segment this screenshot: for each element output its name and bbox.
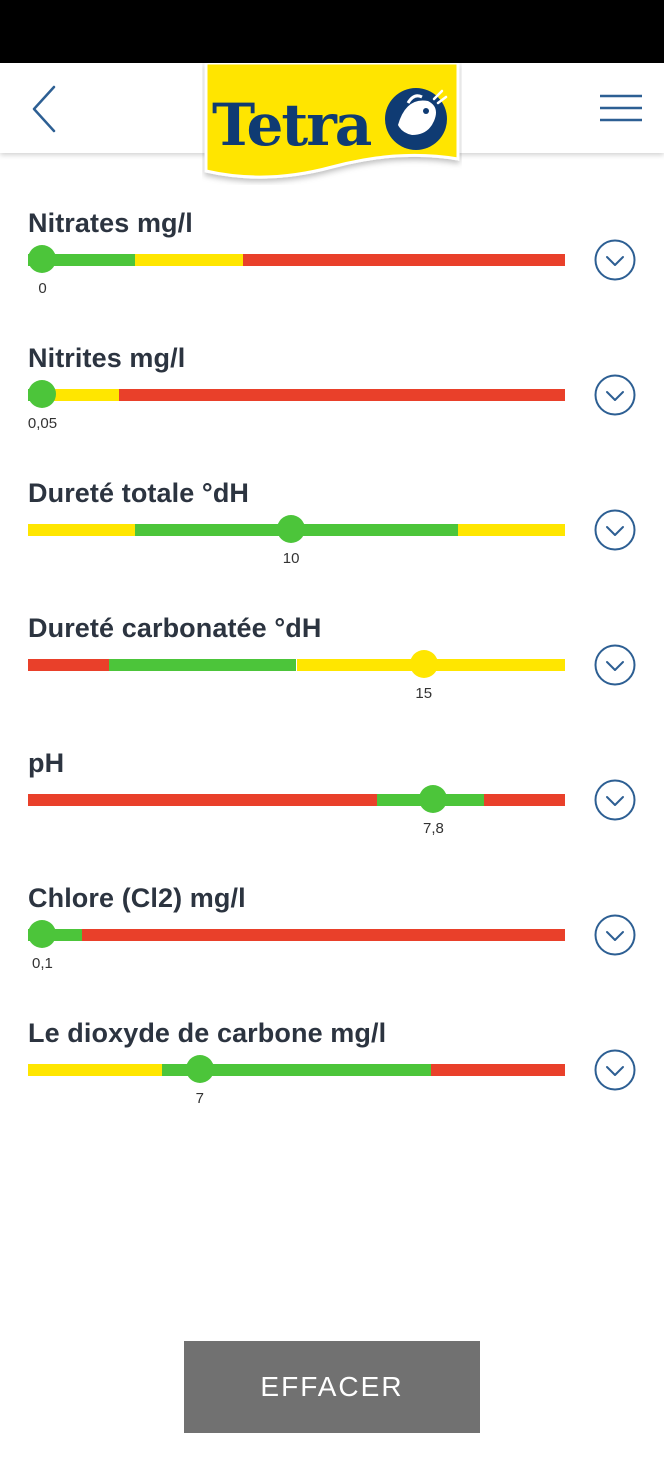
slider-thumb[interactable]: [28, 920, 57, 948]
expand-button[interactable]: [594, 239, 636, 281]
param-title: Nitrites mg/l: [28, 343, 186, 373]
param-title: Dureté carbonatée °dH: [28, 613, 322, 643]
slider-thumb[interactable]: [409, 650, 438, 678]
fish-emblem-icon: [385, 88, 448, 150]
expand-button[interactable]: [594, 1049, 636, 1091]
range-segment-green: [108, 659, 297, 671]
value-label: 0,05: [27, 415, 58, 432]
range-scale: [28, 254, 565, 266]
param-title: pH: [28, 748, 65, 778]
range-segment-yellow: [457, 524, 565, 536]
slider-thumb[interactable]: [185, 1055, 214, 1083]
chevron-left-icon: [32, 85, 56, 133]
param-title: Nitrates mg/l: [28, 208, 193, 238]
range-segment-red: [119, 389, 565, 401]
chevron-down-circle-icon: [594, 914, 636, 956]
range-scale: [28, 1064, 565, 1076]
range-segment-red: [430, 1064, 565, 1076]
value-label: 0: [38, 280, 47, 297]
expand-button[interactable]: [594, 779, 636, 821]
range-scale: [28, 794, 565, 806]
slider-thumb[interactable]: [419, 785, 448, 813]
param-total-hardness: Dureté totale °dH 10: [0, 478, 664, 588]
back-button[interactable]: [22, 79, 72, 139]
chevron-down-circle-icon: [594, 374, 636, 416]
range-scale: [28, 659, 565, 671]
param-nitrites: Nitrites mg/l 0,05: [0, 343, 664, 453]
chevron-down-circle-icon: [594, 509, 636, 551]
range-segment-red: [242, 254, 565, 266]
value-label: 10: [282, 550, 300, 567]
expand-button[interactable]: [594, 374, 636, 416]
range-segment-red: [28, 659, 109, 671]
menu-button[interactable]: [594, 87, 648, 131]
range-scale: [28, 389, 565, 401]
clear-button[interactable]: EFFACER: [184, 1341, 480, 1433]
expand-button[interactable]: [594, 644, 636, 686]
brand-logo-text: Tetra: [212, 91, 372, 159]
param-title: Chlore (Cl2) mg/l: [28, 883, 246, 913]
value-label: 7: [195, 1090, 204, 1107]
param-carbonate-hardness: Dureté carbonatée °dH 15: [0, 613, 664, 723]
slider-thumb[interactable]: [28, 380, 57, 408]
slider-thumb[interactable]: [277, 515, 306, 543]
status-bar: [0, 0, 664, 63]
range-segment-red: [28, 794, 378, 806]
value-label: 0,1: [32, 955, 53, 972]
param-title: Le dioxyde de carbone mg/l: [28, 1018, 387, 1048]
param-ph: pH 7,8: [0, 748, 664, 858]
chevron-down-circle-icon: [594, 239, 636, 281]
expand-button[interactable]: [594, 509, 636, 551]
param-carbon-dioxide: Le dioxyde de carbone mg/l 7: [0, 1018, 664, 1128]
slider-thumb[interactable]: [28, 245, 57, 273]
chevron-down-circle-icon: [594, 779, 636, 821]
param-title: Dureté totale °dH: [28, 478, 250, 508]
brand-logo: Tetra: [202, 63, 462, 185]
value-label: 15: [415, 685, 433, 702]
range-segment-red: [484, 794, 565, 806]
range-segment-yellow: [28, 1064, 163, 1076]
range-segment-yellow: [135, 254, 243, 266]
range-segment-red: [81, 929, 565, 941]
hamburger-menu-icon: [600, 94, 642, 122]
chevron-down-circle-icon: [594, 644, 636, 686]
range-scale: [28, 929, 565, 941]
chevron-down-circle-icon: [594, 1049, 636, 1091]
expand-button[interactable]: [594, 914, 636, 956]
param-chlorine: Chlore (Cl2) mg/l 0,1: [0, 883, 664, 993]
range-segment-yellow: [49, 389, 120, 401]
param-nitrates: Nitrates mg/l 0: [0, 208, 664, 318]
value-label: 7,8: [422, 820, 444, 837]
range-segment-yellow: [28, 524, 136, 536]
